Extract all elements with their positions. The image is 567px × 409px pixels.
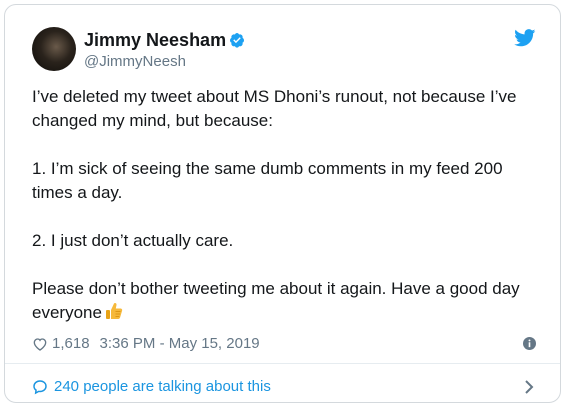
thumbs-up-emoji-icon [105,303,123,319]
tweet-paragraph: 1. I’m sick of seeing the same dumb comm… [32,159,503,202]
tweet-paragraph: I’ve deleted my tweet about MS Dhoni’s r… [32,87,517,130]
author-handle[interactable]: @JimmyNeesh [84,53,186,71]
tweet-paragraph-last: Please don’t bother tweeting me about it… [32,277,542,325]
divider [5,363,560,364]
heart-icon[interactable] [32,336,48,352]
tweet-text: I’ve deleted my tweet about MS Dhoni’s r… [32,85,542,325]
twitter-bird-icon[interactable] [514,29,536,47]
speech-bubble-icon [33,380,47,395]
avatar[interactable] [32,27,76,71]
info-icon[interactable] [523,337,536,350]
author-name[interactable]: Jimmy Neesham [84,29,226,51]
tweet-card: Jimmy Neesham @JimmyNeesh I’ve deleted m… [4,4,561,403]
chevron-right-icon[interactable] [524,379,534,395]
verified-badge-icon [230,33,244,48]
conversation-link[interactable]: 240 people are talking about this [32,377,271,397]
tweet-timestamp[interactable]: 3:36 PM - May 15, 2019 [100,334,260,354]
tweet-meta: 1,618 3:36 PM - May 15, 2019 [32,334,260,354]
like-count[interactable]: 1,618 [52,334,90,354]
tweet-paragraph: 2. I just don’t actually care. [32,231,234,250]
conversation-text[interactable]: 240 people are talking about this [54,377,271,397]
